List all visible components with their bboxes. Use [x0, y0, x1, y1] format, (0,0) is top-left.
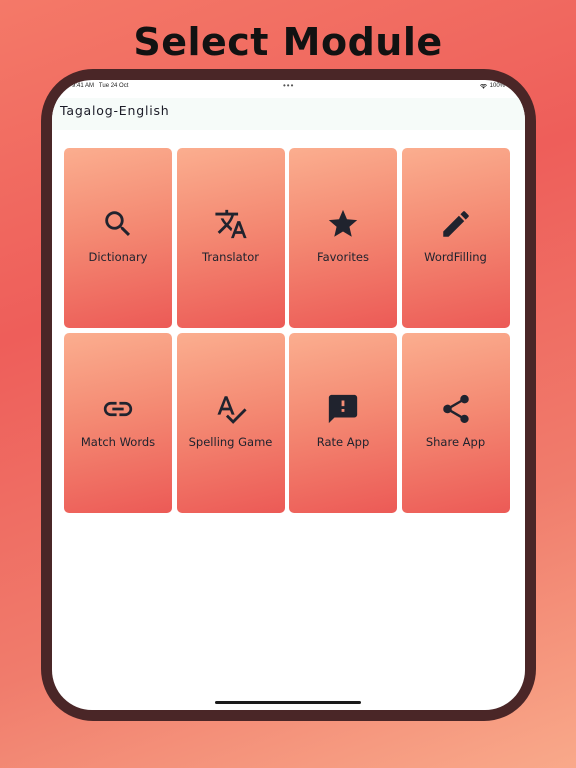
multitasking-dots[interactable]: ••• [283, 81, 294, 90]
status-time: 9:41 AM Tue 24 Oct [72, 83, 128, 89]
status-bar: 9:41 AM Tue 24 Oct ••• 100% [52, 80, 525, 98]
search-icon [101, 207, 135, 241]
app-bar: Tagalog-English [52, 98, 525, 130]
link-icon [101, 392, 135, 426]
battery-level: 100% [489, 83, 505, 89]
module-tile-share-app[interactable]: Share App [401, 333, 510, 513]
module-label: Favorites [317, 249, 369, 264]
module-tile-wordfilling[interactable]: WordFilling [401, 148, 510, 328]
share-icon [439, 392, 473, 426]
translate-icon [214, 207, 248, 241]
tablet-frame: 9:41 AM Tue 24 Oct ••• 100% Tagalog-Engl… [41, 69, 536, 721]
module-label: Rate App [316, 434, 370, 449]
module-tile-spelling-game[interactable]: Spelling Game [176, 333, 285, 513]
feedback-icon [326, 392, 360, 426]
wifi-icon [479, 83, 487, 89]
module-tile-match-words[interactable]: Match Words [64, 333, 172, 513]
module-grid: Dictionary Translator Favorites WordFill… [64, 148, 512, 513]
module-label: Spelling Game [188, 434, 273, 449]
home-indicator[interactable] [215, 701, 361, 704]
module-tile-rate-app[interactable]: Rate App [289, 333, 397, 513]
module-label: Share App [425, 434, 486, 449]
module-label: WordFilling [424, 249, 487, 264]
module-tile-translator[interactable]: Translator [176, 148, 285, 328]
page-headline: Select Module [133, 20, 443, 64]
module-label: Translator [202, 249, 259, 264]
status-indicators: 100% [479, 83, 505, 89]
spellcheck-icon [214, 392, 248, 426]
app-title: Tagalog-English [60, 103, 170, 118]
module-label: Dictionary [88, 249, 148, 264]
module-tile-dictionary[interactable]: Dictionary [64, 148, 172, 328]
status-date: Tue 24 Oct [98, 83, 129, 89]
status-clock: 9:41 AM [72, 83, 95, 89]
tablet-screen: 9:41 AM Tue 24 Oct ••• 100% Tagalog-Engl… [52, 80, 525, 710]
module-label: Match Words [80, 434, 156, 449]
pencil-icon [439, 207, 473, 241]
module-tile-favorites[interactable]: Favorites [289, 148, 397, 328]
star-icon [326, 207, 360, 241]
